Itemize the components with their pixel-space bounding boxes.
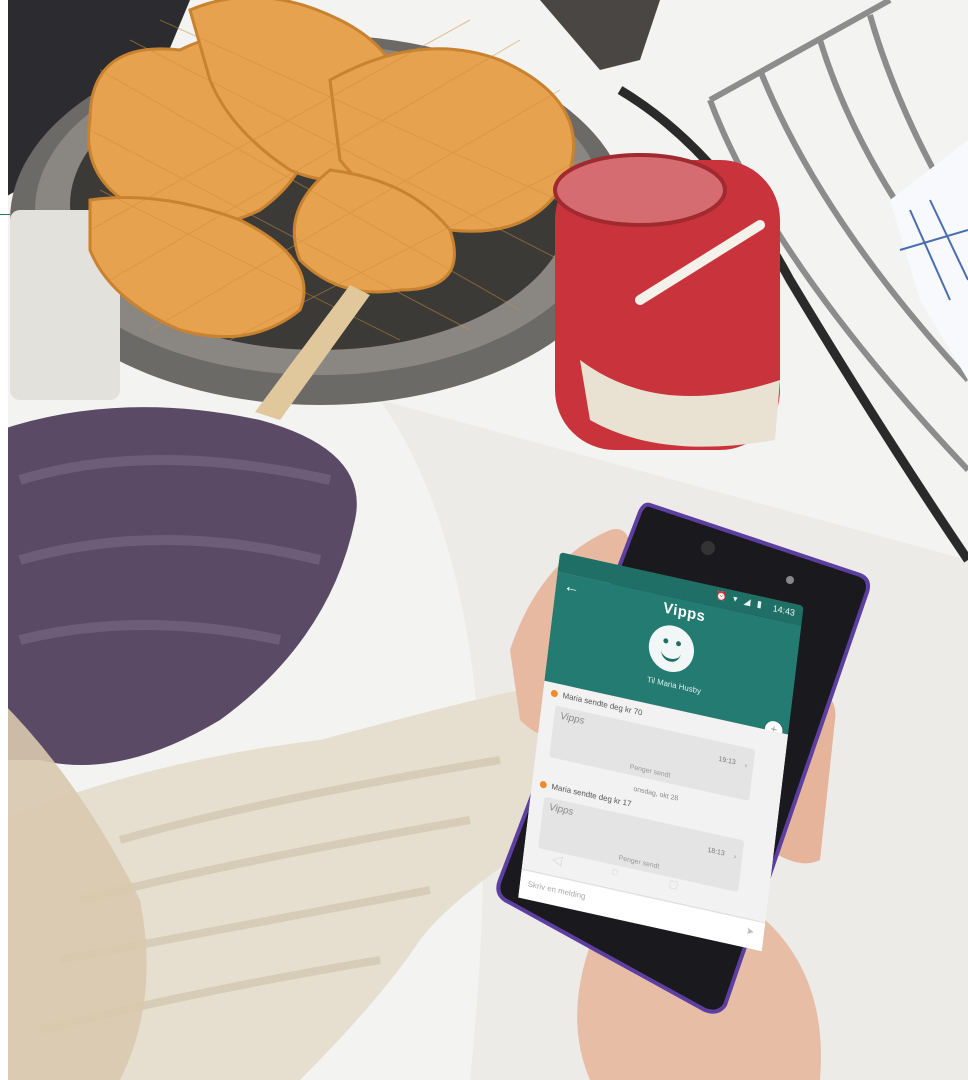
jam-jar-rim xyxy=(553,153,727,227)
orange-dot-icon xyxy=(550,689,559,699)
chevron-right-icon: › xyxy=(733,851,737,862)
payment-card[interactable]: Vipps 19:13 › Penger sendt xyxy=(549,705,756,802)
card-title: Vipps xyxy=(548,801,574,819)
recipient-label: Til Maria Husby xyxy=(646,674,702,696)
home-nav-icon[interactable]: ○ xyxy=(610,864,621,880)
status-time: 14:43 xyxy=(772,603,796,618)
card-time: 19:13 xyxy=(718,755,737,767)
phone-earpiece xyxy=(701,541,715,555)
photo-background xyxy=(0,0,968,1080)
left-border xyxy=(0,0,8,1080)
arrow-left-icon[interactable]: ← xyxy=(563,577,581,598)
chevron-right-icon: › xyxy=(744,760,748,771)
send-icon[interactable]: ➤ xyxy=(745,926,755,939)
card-time: 18:13 xyxy=(707,846,726,858)
photo-scene: ⏰ ▾ ◢ ▮ 14:43 ← Vipps Til Maria Husby + … xyxy=(0,0,968,1080)
left-hairline xyxy=(0,214,10,215)
recents-nav-icon[interactable]: □ xyxy=(668,876,679,892)
brand-logo: Vipps xyxy=(662,599,707,626)
back-nav-icon[interactable]: ◁ xyxy=(551,851,564,869)
orange-dot-icon xyxy=(539,780,548,790)
phone-camera xyxy=(786,576,794,584)
card-title: Vipps xyxy=(559,710,586,727)
smiley-face-icon xyxy=(646,621,697,677)
